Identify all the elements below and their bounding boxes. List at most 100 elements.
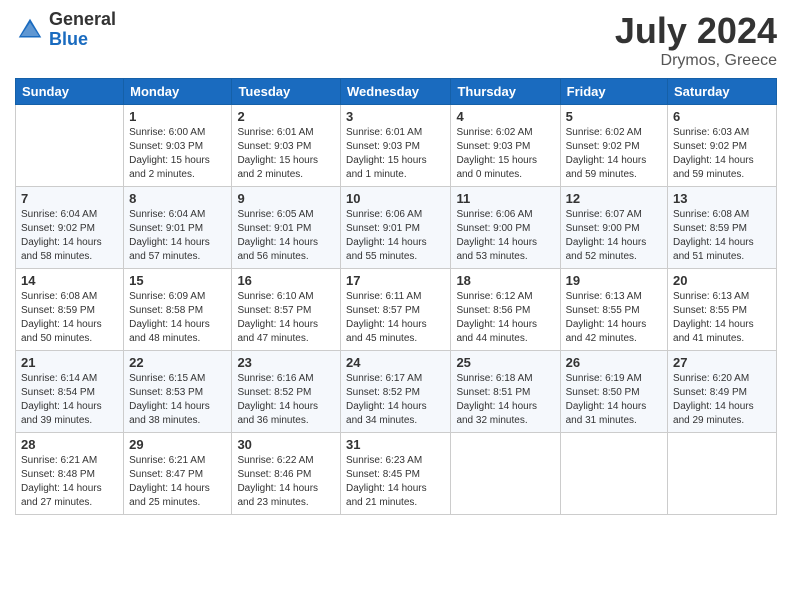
day-cell: 5Sunrise: 6:02 AMSunset: 9:02 PMDaylight… — [560, 105, 667, 187]
week-row-0: 1 Sunrise: 6:00 AMSunset: 9:03 PMDaylight… — [16, 105, 777, 187]
day-info: Sunrise: 6:19 AMSunset: 8:50 PMDaylight:… — [566, 372, 662, 428]
day-info: Sunrise: 6:15 AMSunset: 8:53 PMDaylight:… — [129, 372, 226, 428]
day-cell: 10 Sunrise: 6:06 AMSunset: 9:01 PMDayligh… — [341, 187, 451, 269]
logo-general: General — [49, 10, 116, 30]
day-cell: 3 Sunrise: 6:01 AMSunset: 9:03 PMDaylight… — [341, 105, 451, 187]
day-info: Sunrise: 6:18 AMSunset: 8:51 PMDaylight:… — [456, 372, 554, 428]
day-number: 26 — [566, 355, 662, 370]
day-number: 17 — [346, 273, 445, 288]
day-info: Sunrise: 6:13 AMSunset: 8:55 PMDaylight:… — [673, 290, 771, 346]
day-cell: 19 Sunrise: 6:13 AMSunset: 8:55 PMDayligh… — [560, 269, 667, 351]
day-number: 4 — [456, 109, 554, 124]
week-row-1: 7Sunrise: 6:04 AMSunset: 9:02 PMDaylight… — [16, 187, 777, 269]
day-info: Sunrise: 6:14 AMSunset: 8:54 PMDaylight:… — [21, 372, 118, 428]
day-info: Sunrise: 6:17 AMSunset: 8:52 PMDaylight:… — [346, 372, 445, 428]
day-info: Sunrise: 6:06 AMSunset: 9:00 PMDaylight:… — [456, 208, 554, 264]
day-cell: 16Sunrise: 6:10 AMSunset: 8:57 PMDayligh… — [232, 269, 341, 351]
week-row-3: 21 Sunrise: 6:14 AMSunset: 8:54 PMDayligh… — [16, 351, 777, 433]
header: General Blue July 2024 Drymos, Greece — [15, 10, 777, 70]
calendar-table: SundayMondayTuesdayWednesdayThursdayFrid… — [15, 78, 777, 515]
day-info: Sunrise: 6:23 AMSunset: 8:45 PMDaylight:… — [346, 454, 445, 510]
day-info: Sunrise: 6:07 AMSunset: 9:00 PMDaylight:… — [566, 208, 662, 264]
day-number: 2 — [237, 109, 335, 124]
day-cell — [668, 433, 777, 515]
day-cell: 1 Sunrise: 6:00 AMSunset: 9:03 PMDaylight… — [124, 105, 232, 187]
day-cell: 4 Sunrise: 6:02 AMSunset: 9:03 PMDaylight… — [451, 105, 560, 187]
day-cell: 28 Sunrise: 6:21 AMSunset: 8:48 PMDayligh… — [16, 433, 124, 515]
day-number: 1 — [129, 109, 226, 124]
day-number: 23 — [237, 355, 335, 370]
day-number: 29 — [129, 437, 226, 452]
day-cell: 12 Sunrise: 6:07 AMSunset: 9:00 PMDayligh… — [560, 187, 667, 269]
day-cell: 27 Sunrise: 6:20 AMSunset: 8:49 PMDayligh… — [668, 351, 777, 433]
day-info: Sunrise: 6:00 AMSunset: 9:03 PMDaylight:… — [129, 126, 226, 182]
day-number: 15 — [129, 273, 226, 288]
day-number: 16 — [237, 273, 335, 288]
weekday-header-row: SundayMondayTuesdayWednesdayThursdayFrid… — [16, 79, 777, 105]
day-cell — [16, 105, 124, 187]
logo-text: General Blue — [49, 10, 116, 50]
main-container: General Blue July 2024 Drymos, Greece Su… — [0, 0, 792, 612]
day-number: 6 — [673, 109, 771, 124]
day-info: Sunrise: 6:08 AMSunset: 8:59 PMDaylight:… — [673, 208, 771, 264]
day-number: 14 — [21, 273, 118, 288]
day-number: 25 — [456, 355, 554, 370]
day-info: Sunrise: 6:21 AMSunset: 8:48 PMDaylight:… — [21, 454, 118, 510]
day-info: Sunrise: 6:21 AMSunset: 8:47 PMDaylight:… — [129, 454, 226, 510]
day-number: 11 — [456, 191, 554, 206]
day-number: 31 — [346, 437, 445, 452]
day-cell: 7Sunrise: 6:04 AMSunset: 9:02 PMDaylight… — [16, 187, 124, 269]
day-number: 9 — [237, 191, 335, 206]
day-cell: 23 Sunrise: 6:16 AMSunset: 8:52 PMDayligh… — [232, 351, 341, 433]
day-number: 24 — [346, 355, 445, 370]
day-info: Sunrise: 6:04 AMSunset: 9:01 PMDaylight:… — [129, 208, 226, 264]
day-cell: 26 Sunrise: 6:19 AMSunset: 8:50 PMDayligh… — [560, 351, 667, 433]
day-cell: 11 Sunrise: 6:06 AMSunset: 9:00 PMDayligh… — [451, 187, 560, 269]
day-info: Sunrise: 6:20 AMSunset: 8:49 PMDaylight:… — [673, 372, 771, 428]
logo-icon — [15, 15, 45, 45]
day-cell: 8 Sunrise: 6:04 AMSunset: 9:01 PMDaylight… — [124, 187, 232, 269]
day-cell — [560, 433, 667, 515]
weekday-header-saturday: Saturday — [668, 79, 777, 105]
day-info: Sunrise: 6:12 AMSunset: 8:56 PMDaylight:… — [456, 290, 554, 346]
day-cell: 31 Sunrise: 6:23 AMSunset: 8:45 PMDayligh… — [341, 433, 451, 515]
day-number: 18 — [456, 273, 554, 288]
day-number: 10 — [346, 191, 445, 206]
day-cell: 30 Sunrise: 6:22 AMSunset: 8:46 PMDayligh… — [232, 433, 341, 515]
day-info: Sunrise: 6:11 AMSunset: 8:57 PMDaylight:… — [346, 290, 445, 346]
weekday-header-tuesday: Tuesday — [232, 79, 341, 105]
day-cell: 14 Sunrise: 6:08 AMSunset: 8:59 PMDayligh… — [16, 269, 124, 351]
day-number: 20 — [673, 273, 771, 288]
day-info: Sunrise: 6:13 AMSunset: 8:55 PMDaylight:… — [566, 290, 662, 346]
day-number: 27 — [673, 355, 771, 370]
day-number: 12 — [566, 191, 662, 206]
title-location: Drymos, Greece — [615, 52, 777, 70]
day-number: 8 — [129, 191, 226, 206]
day-number: 19 — [566, 273, 662, 288]
logo-blue: Blue — [49, 30, 116, 50]
day-number: 3 — [346, 109, 445, 124]
day-info: Sunrise: 6:16 AMSunset: 8:52 PMDaylight:… — [237, 372, 335, 428]
day-number: 21 — [21, 355, 118, 370]
weekday-header-friday: Friday — [560, 79, 667, 105]
day-cell: 21 Sunrise: 6:14 AMSunset: 8:54 PMDayligh… — [16, 351, 124, 433]
day-cell: 2Sunrise: 6:01 AMSunset: 9:03 PMDaylight… — [232, 105, 341, 187]
day-cell — [451, 433, 560, 515]
day-info: Sunrise: 6:02 AMSunset: 9:03 PMDaylight:… — [456, 126, 554, 182]
day-info: Sunrise: 6:22 AMSunset: 8:46 PMDaylight:… — [237, 454, 335, 510]
day-info: Sunrise: 6:05 AMSunset: 9:01 PMDaylight:… — [237, 208, 335, 264]
day-cell: 20 Sunrise: 6:13 AMSunset: 8:55 PMDayligh… — [668, 269, 777, 351]
title-block: July 2024 Drymos, Greece — [615, 10, 777, 70]
day-cell: 24 Sunrise: 6:17 AMSunset: 8:52 PMDayligh… — [341, 351, 451, 433]
day-info: Sunrise: 6:08 AMSunset: 8:59 PMDaylight:… — [21, 290, 118, 346]
day-number: 28 — [21, 437, 118, 452]
day-info: Sunrise: 6:06 AMSunset: 9:01 PMDaylight:… — [346, 208, 445, 264]
day-cell: 9 Sunrise: 6:05 AMSunset: 9:01 PMDaylight… — [232, 187, 341, 269]
title-month: July 2024 — [615, 10, 777, 52]
day-info: Sunrise: 6:04 AMSunset: 9:02 PMDaylight:… — [21, 208, 118, 264]
day-cell: 17 Sunrise: 6:11 AMSunset: 8:57 PMDayligh… — [341, 269, 451, 351]
day-cell: 25 Sunrise: 6:18 AMSunset: 8:51 PMDayligh… — [451, 351, 560, 433]
weekday-header-sunday: Sunday — [16, 79, 124, 105]
day-number: 30 — [237, 437, 335, 452]
day-info: Sunrise: 6:01 AMSunset: 9:03 PMDaylight:… — [346, 126, 445, 182]
